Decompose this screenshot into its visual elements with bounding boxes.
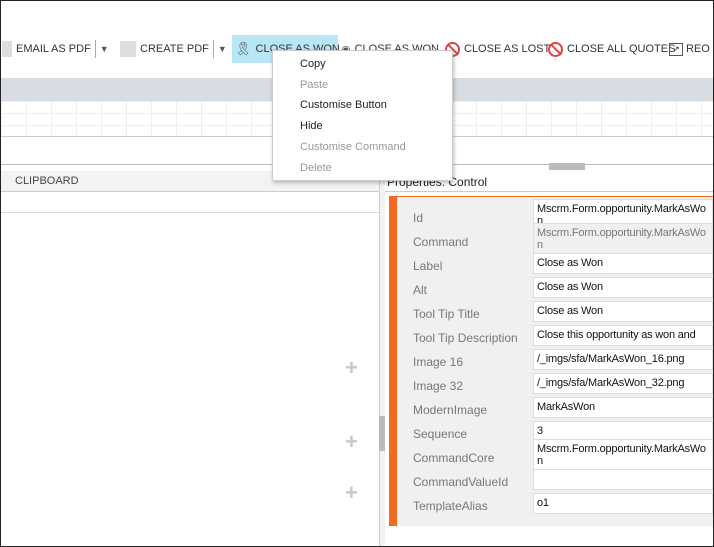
property-row: Image 32 /_imgs/sfa/MarkAsWon_32.png bbox=[413, 372, 713, 394]
chevron-down-icon[interactable]: ▼ bbox=[212, 40, 227, 58]
property-label: CommandValueId bbox=[413, 475, 509, 489]
property-input[interactable]: MarkAsWon bbox=[533, 396, 713, 418]
property-label: Label bbox=[413, 259, 443, 273]
property-input[interactable]: /_imgs/sfa/MarkAsWon_32.png bbox=[533, 372, 713, 394]
property-row: Alt Close as Won bbox=[413, 276, 713, 298]
property-label: Alt bbox=[413, 283, 428, 297]
property-input[interactable]: Close as Won bbox=[533, 300, 713, 322]
menu-item-paste: Paste bbox=[300, 78, 329, 91]
property-label: Id bbox=[413, 211, 424, 225]
horizontal-scrollbar-thumb[interactable] bbox=[549, 163, 585, 170]
chevron-down-icon[interactable]: ▼ bbox=[94, 40, 109, 58]
reopen-button[interactable]: ↗ REO bbox=[669, 35, 710, 63]
property-input[interactable]: Close this opportunity as won and bbox=[533, 324, 713, 346]
property-label: Sequence bbox=[413, 427, 468, 441]
menu-item-delete: Delete bbox=[300, 161, 332, 174]
ban-icon bbox=[548, 41, 563, 57]
close-as-lost-button[interactable]: CLOSE AS LOST bbox=[442, 35, 553, 63]
plus-icon[interactable]: + bbox=[345, 429, 358, 455]
property-input[interactable]: Close as Won bbox=[533, 276, 713, 298]
property-row: Tool Tip Title Close as Won bbox=[413, 300, 713, 322]
menu-item-customise-command: Customise Command bbox=[300, 140, 406, 153]
context-menu: Copy Paste Customise Button Hide Customise C… bbox=[272, 50, 453, 181]
ribbon-award-icon: 🎗 bbox=[235, 41, 252, 56]
property-row: Command Mscrm.Form.opportunity.MarkAsWon bbox=[413, 223, 713, 255]
property-row: Image 16 /_imgs/sfa/MarkAsWon_16.png bbox=[413, 348, 713, 370]
property-row: Label Close as Won bbox=[413, 252, 713, 274]
property-input[interactable] bbox=[533, 468, 713, 490]
property-input[interactable]: Close as Won bbox=[533, 252, 713, 274]
property-label: Image 16 bbox=[413, 355, 464, 369]
reopen-icon: ↗ bbox=[669, 42, 683, 56]
property-label: Command bbox=[413, 235, 469, 249]
menu-item-copy[interactable]: Copy bbox=[300, 58, 326, 70]
property-label: Tool Tip Description bbox=[413, 331, 518, 345]
blank-icon bbox=[120, 41, 136, 57]
menu-item-customise-button[interactable]: Customise Button bbox=[300, 99, 387, 111]
property-row: TemplateAlias o1 bbox=[413, 492, 713, 514]
menu-item-hide[interactable]: Hide bbox=[300, 120, 323, 132]
property-input: Mscrm.Form.opportunity.MarkAsWon bbox=[533, 223, 713, 255]
plus-icon[interactable]: + bbox=[345, 355, 358, 381]
property-row: Tool Tip Description Close this opportuni… bbox=[413, 324, 713, 346]
property-label: Image 32 bbox=[413, 379, 464, 393]
clipboard-panel: CLIPBOARD + + + bbox=[1, 171, 379, 546]
property-label: Tool Tip Title bbox=[413, 307, 480, 321]
plus-icon[interactable]: + bbox=[345, 480, 358, 506]
property-label: ModernImage bbox=[413, 403, 488, 417]
property-input[interactable]: Mscrm.Form.opportunity.MarkAsWon bbox=[533, 439, 713, 471]
property-input[interactable]: o1 bbox=[533, 492, 713, 514]
clipboard-toolbar bbox=[1, 192, 379, 213]
property-label: TemplateAlias bbox=[413, 499, 488, 513]
property-row: CommandValueId bbox=[413, 468, 713, 490]
blank-icon bbox=[2, 41, 12, 57]
email-as-pdf-button[interactable]: EMAIL AS PDF ▼ bbox=[0, 35, 112, 63]
create-pdf-button[interactable]: CREATE PDF ▼ bbox=[117, 35, 230, 63]
close-all-quotes-button[interactable]: CLOSE ALL QUOTES bbox=[545, 35, 678, 63]
properties-form: Id Mscrm.Form.opportunity.MarkAsWon Comman… bbox=[389, 196, 713, 526]
property-input[interactable]: /_imgs/sfa/MarkAsWon_16.png bbox=[533, 348, 713, 370]
property-row: ModernImage MarkAsWon bbox=[413, 396, 713, 418]
property-row: CommandCore Mscrm.Form.opportunity.MarkAs… bbox=[413, 439, 713, 471]
property-label: CommandCore bbox=[413, 451, 495, 465]
